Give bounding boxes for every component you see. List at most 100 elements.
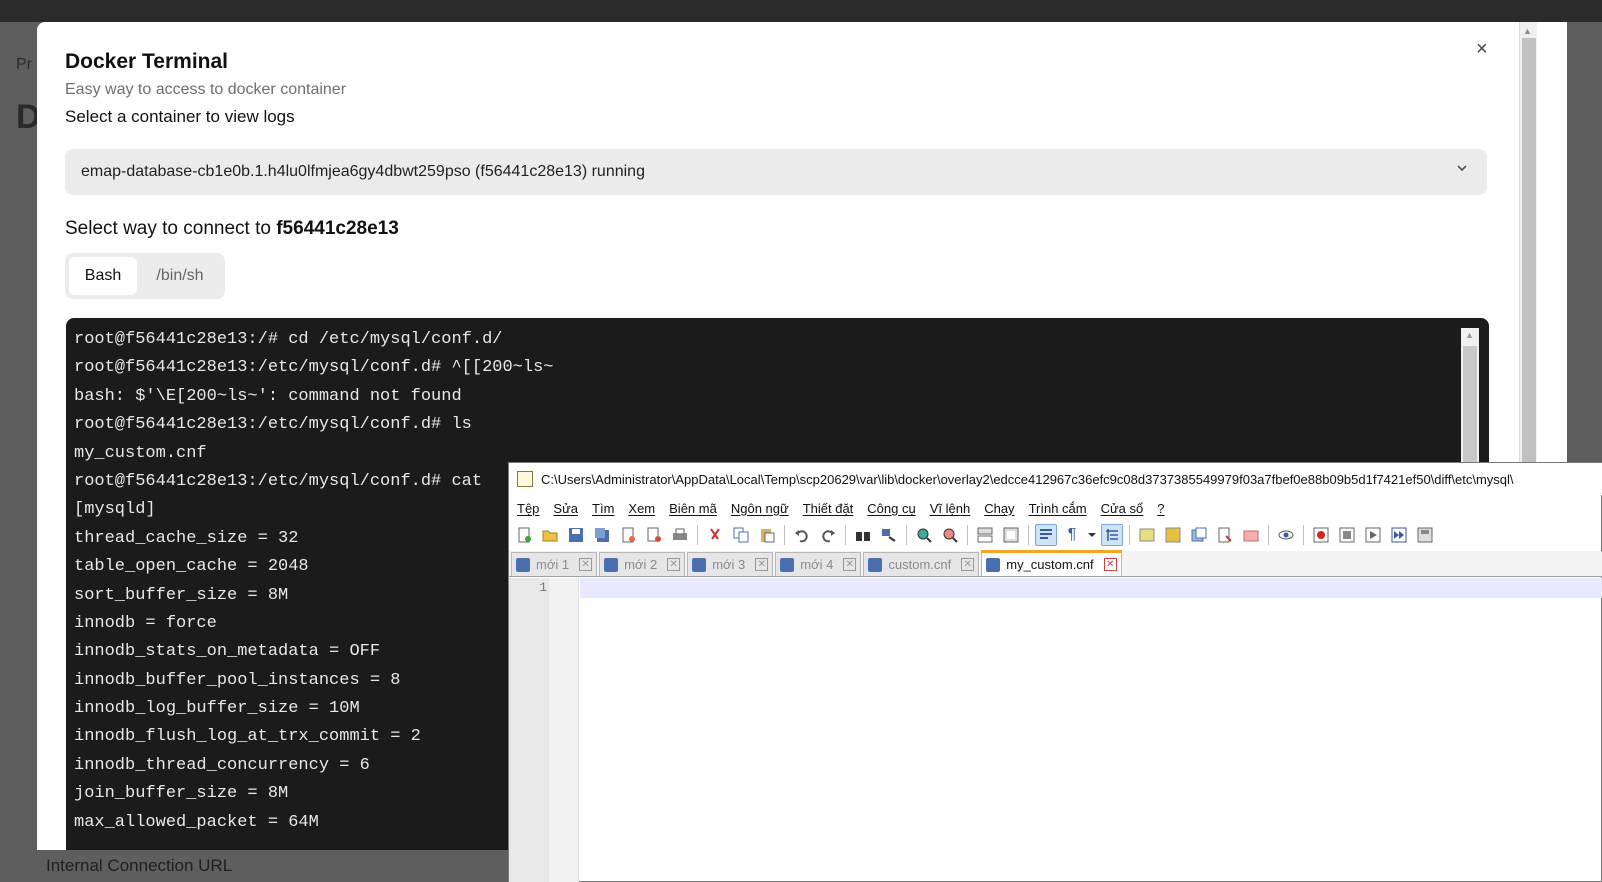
- background-top-bar: [0, 0, 1602, 22]
- undo-icon[interactable]: [791, 524, 813, 546]
- run-macro-multiple-icon[interactable]: [1388, 524, 1410, 546]
- menu-file[interactable]: Tệp: [517, 501, 539, 516]
- menu-search[interactable]: Tìm: [592, 501, 614, 516]
- save-macro-icon[interactable]: [1414, 524, 1436, 546]
- container-select-value: emap-database-cb1e0b.1.h4lu0lfmjea6gy4db…: [81, 163, 645, 180]
- notepad-title-bar[interactable]: C:\Users\Administrator\AppData\Local\Tem…: [509, 463, 1602, 495]
- connect-method-label: Select way to connect to f56441c28e13: [65, 218, 399, 240]
- menu-plugins[interactable]: Trình cắm: [1029, 501, 1087, 516]
- current-line-highlight[interactable]: [580, 578, 1602, 598]
- close-icon[interactable]: [617, 524, 639, 546]
- tab-moi-1[interactable]: mới 1 ✕: [511, 552, 598, 576]
- select-container-label: Select a container to view logs: [65, 107, 295, 126]
- close-tab-icon[interactable]: ✕: [667, 558, 681, 571]
- menu-language[interactable]: Ngôn ngữ: [731, 501, 789, 516]
- dropdown-arrow-icon[interactable]: [1087, 524, 1097, 546]
- tab-moi-4[interactable]: mới 4 ✕: [775, 552, 862, 576]
- new-file-icon[interactable]: [513, 524, 535, 546]
- close-tab-icon[interactable]: ✕: [1103, 558, 1117, 571]
- menu-macro[interactable]: Vĩ lệnh: [930, 501, 970, 516]
- indent-guide-icon[interactable]: [1101, 524, 1123, 546]
- toolbar-separator: [697, 525, 698, 545]
- tab-my-custom-cnf[interactable]: my_custom.cnf ✕: [981, 550, 1122, 576]
- close-tab-icon[interactable]: ✕: [755, 558, 769, 571]
- menu-encoding[interactable]: Biên mã: [669, 501, 717, 516]
- menu-tools[interactable]: Công cụ: [867, 501, 915, 516]
- menu-edit[interactable]: Sửa: [553, 501, 578, 516]
- word-wrap-icon[interactable]: [1035, 524, 1057, 546]
- save-status-icon: [604, 557, 619, 572]
- terminal-line: sort_buffer_size = 8M: [74, 585, 289, 605]
- scroll-up-arrow-icon[interactable]: ▲: [1523, 26, 1532, 36]
- paste-icon[interactable]: [756, 524, 778, 546]
- scroll-up-arrow-icon[interactable]: ▲: [1465, 330, 1474, 340]
- record-macro-icon[interactable]: [1310, 524, 1332, 546]
- replace-icon[interactable]: [878, 524, 900, 546]
- tab-custom-cnf[interactable]: custom.cnf ✕: [863, 552, 980, 576]
- close-tab-icon[interactable]: ✕: [579, 558, 593, 571]
- modal-title: Docker Terminal: [65, 50, 229, 73]
- tab-moi-3[interactable]: mới 3 ✕: [687, 552, 774, 576]
- toolbar-separator: [845, 525, 846, 545]
- line-number-gutter: [509, 578, 549, 882]
- tab-label: mới 3: [712, 557, 746, 572]
- save-status-icon: [780, 557, 795, 572]
- terminal-lines: root@f56441c28e13:/# cd /etc/mysql/conf.…: [74, 326, 553, 837]
- open-file-icon[interactable]: [539, 524, 561, 546]
- menu-settings[interactable]: Thiết đặt: [803, 501, 854, 516]
- container-select[interactable]: emap-database-cb1e0b.1.h4lu0lfmjea6gy4db…: [65, 149, 1487, 195]
- sync-h-icon[interactable]: [1000, 524, 1022, 546]
- notepad-title-path: C:\Users\Administrator\AppData\Local\Tem…: [541, 471, 1514, 487]
- close-all-icon[interactable]: [643, 524, 665, 546]
- tab-label: my_custom.cnf: [1006, 557, 1094, 572]
- terminal-line: join_buffer_size = 8M: [74, 784, 289, 804]
- toolbar-separator: [1028, 525, 1029, 545]
- show-all-chars-icon[interactable]: ¶: [1061, 524, 1083, 546]
- terminal-line: root@f56441c28e13:/etc/mysql/conf.d# ls: [74, 415, 472, 435]
- save-status-icon: [868, 557, 883, 572]
- toolbar-separator: [967, 525, 968, 545]
- copy-icon[interactable]: [730, 524, 752, 546]
- zoom-in-icon[interactable]: [913, 524, 935, 546]
- close-tab-icon[interactable]: ✕: [843, 558, 857, 571]
- cut-icon[interactable]: [704, 524, 726, 546]
- background-breadcrumb: Pr: [16, 56, 32, 73]
- print-icon[interactable]: [669, 524, 691, 546]
- monitor-icon[interactable]: [1240, 524, 1262, 546]
- function-list-icon[interactable]: [1162, 524, 1184, 546]
- menu-view[interactable]: Xem: [628, 501, 655, 516]
- save-all-icon[interactable]: [591, 524, 613, 546]
- terminal-line: innodb = force: [74, 613, 217, 633]
- stop-macro-icon[interactable]: [1336, 524, 1358, 546]
- play-macro-icon[interactable]: [1362, 524, 1384, 546]
- tab-bin-sh[interactable]: /bin/sh: [141, 257, 219, 295]
- close-icon[interactable]: ×: [1476, 38, 1488, 61]
- terminal-line: bash: $'\E[200~ls~': command not found: [74, 386, 462, 406]
- redo-icon[interactable]: [817, 524, 839, 546]
- zoom-out-icon[interactable]: [939, 524, 961, 546]
- notepad-menu-bar: Tệp Sửa Tìm Xem Biên mã Ngôn ngữ Thiết đ…: [509, 497, 1602, 519]
- fold-margin: [549, 578, 579, 882]
- terminal-line: table_open_cache = 2048: [74, 557, 309, 577]
- terminal-line: innodb_buffer_pool_instances = 8: [74, 670, 401, 690]
- menu-help[interactable]: ?: [1157, 501, 1164, 516]
- notepad-window: C:\Users\Administrator\AppData\Local\Tem…: [508, 462, 1602, 882]
- close-tab-icon[interactable]: ✕: [961, 558, 975, 571]
- tab-moi-2[interactable]: mới 2 ✕: [599, 552, 686, 576]
- terminal-line: root@f56441c28e13:/etc/mysql/conf.d# cat: [74, 471, 483, 491]
- find-icon[interactable]: [852, 524, 874, 546]
- doc-list-icon[interactable]: [1214, 524, 1236, 546]
- menu-run[interactable]: Chạy: [984, 501, 1014, 516]
- terminal-line: thread_cache_size = 32: [74, 528, 299, 548]
- save-icon[interactable]: [565, 524, 587, 546]
- toolbar-separator: [1303, 525, 1304, 545]
- eye-icon[interactable]: [1275, 524, 1297, 546]
- toolbar-separator: [784, 525, 785, 545]
- toolbar-separator: [1268, 525, 1269, 545]
- tab-bash[interactable]: Bash: [69, 257, 137, 295]
- doc-map-icon[interactable]: [1136, 524, 1158, 546]
- line-number: 1: [539, 580, 547, 595]
- sync-v-icon[interactable]: [974, 524, 996, 546]
- folder-workspace-icon[interactable]: [1188, 524, 1210, 546]
- menu-window[interactable]: Cửa sổ: [1101, 501, 1144, 516]
